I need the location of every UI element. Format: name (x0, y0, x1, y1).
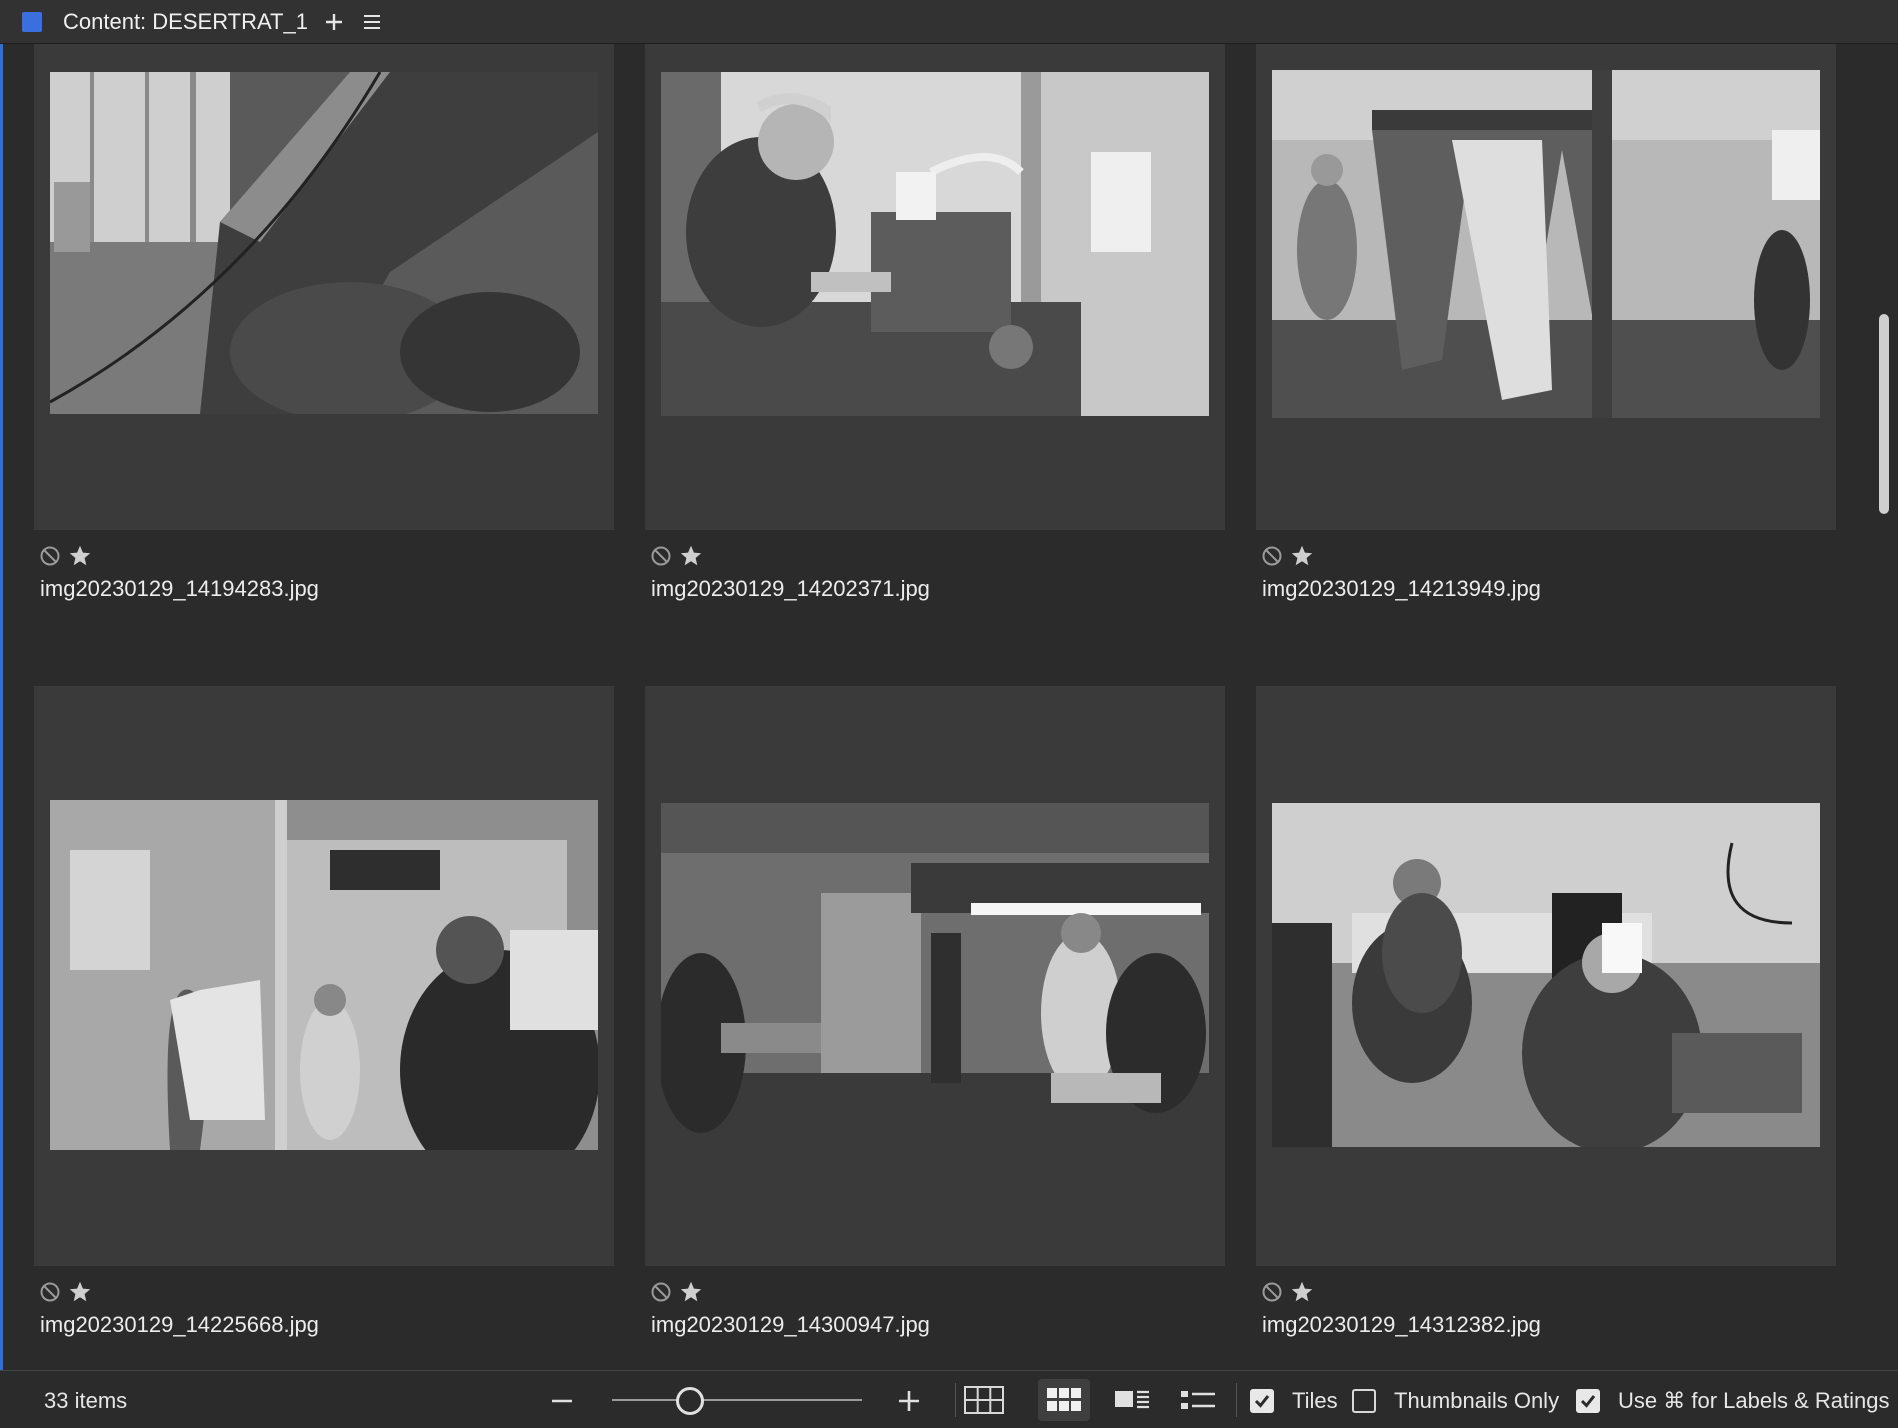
hamburger-menu-icon (363, 14, 380, 29)
tiles-checkbox[interactable] (1250, 1389, 1274, 1413)
slider-track (612, 1399, 862, 1401)
panel-color-swatch (22, 11, 42, 32)
checkmark-icon (1254, 1395, 1270, 1408)
thumbnail-image (661, 72, 1209, 416)
rating-star-button[interactable] (679, 1280, 703, 1304)
tile-frame (1256, 686, 1836, 1266)
thumbnail-image (50, 800, 598, 1150)
star-icon (69, 1281, 91, 1302)
panel-title: Content: DESERTRAT_1 (63, 8, 308, 34)
reject-button[interactable] (649, 544, 673, 568)
star-icon (680, 545, 702, 566)
reject-icon (1262, 1282, 1282, 1302)
thumbnail-grid-icon (1047, 1388, 1081, 1411)
zoom-out-button[interactable] (548, 1387, 576, 1415)
image-tile[interactable]: img20230129_14213949.jpg (1256, 44, 1836, 601)
thumbnail-image (50, 72, 598, 414)
minus-icon (552, 1399, 572, 1403)
panel-menu-button[interactable] (360, 10, 384, 34)
grid-outline-icon (964, 1386, 1004, 1414)
tile-filename: img20230129_14194283.jpg (40, 576, 319, 601)
tile-frame (34, 686, 614, 1266)
image-tile[interactable]: img20230129_14194283.jpg (34, 44, 614, 601)
thumbnail-image (661, 803, 1209, 1147)
star-icon (1291, 1281, 1313, 1302)
details-view-icon (1115, 1390, 1149, 1409)
plus-icon (325, 13, 342, 30)
tile-filename: img20230129_14213949.jpg (1262, 576, 1541, 601)
tile-filename: img20230129_14225668.jpg (40, 1312, 319, 1337)
plus-icon (899, 1391, 919, 1411)
image-tile[interactable]: img20230129_14300947.jpg (645, 686, 1225, 1337)
star-icon (69, 545, 91, 566)
vertical-scrollbar[interactable] (1876, 44, 1892, 1370)
add-panel-button[interactable] (322, 10, 346, 34)
toolbar-divider (955, 1383, 956, 1417)
rating-star-button[interactable] (68, 544, 92, 568)
labels-ratings-checkbox[interactable] (1576, 1389, 1600, 1413)
reject-button[interactable] (38, 1280, 62, 1304)
zoom-in-button[interactable] (895, 1387, 923, 1415)
rating-star-button[interactable] (1290, 1280, 1314, 1304)
tile-frame (645, 686, 1225, 1266)
labels-ratings-label: Use ⌘ for Labels & Ratings (1618, 1388, 1890, 1413)
checkmark-icon (1580, 1395, 1596, 1408)
reject-icon (40, 1282, 60, 1302)
reject-button[interactable] (1260, 1280, 1284, 1304)
reject-icon (651, 1282, 671, 1302)
thumbnail-image (1272, 803, 1820, 1147)
rating-star-button[interactable] (1290, 544, 1314, 568)
slider-handle[interactable] (676, 1387, 704, 1415)
item-count: 33 items (44, 1388, 128, 1413)
tile-frame (34, 44, 614, 530)
view-details-button[interactable] (1106, 1379, 1158, 1421)
tiles-label: Tiles (1292, 1388, 1338, 1413)
tile-filename: img20230129_14312382.jpg (1262, 1312, 1541, 1337)
reject-icon (1262, 546, 1282, 566)
view-grid-lock-button[interactable] (958, 1379, 1010, 1421)
tile-frame (1256, 44, 1836, 530)
image-tile[interactable]: img20230129_14312382.jpg (1256, 686, 1836, 1337)
toolbar-divider (1236, 1383, 1237, 1417)
thumbnail-size-slider[interactable] (612, 1385, 862, 1415)
thumbnail-image (1272, 70, 1820, 418)
star-icon (1291, 545, 1313, 566)
reject-icon (651, 546, 671, 566)
view-list-button[interactable] (1172, 1379, 1224, 1421)
reject-button[interactable] (38, 544, 62, 568)
image-tile[interactable]: img20230129_14202371.jpg (645, 44, 1225, 601)
star-icon (680, 1281, 702, 1302)
content-panel: Content: DESERTRAT_1 img20230129_1419428… (0, 0, 1898, 1428)
list-view-icon (1181, 1391, 1215, 1409)
reject-icon (40, 546, 60, 566)
footer-toolbar: 33 items Tiles Thumbnails Only Use ⌘ for… (0, 1370, 1898, 1428)
rating-star-button[interactable] (679, 544, 703, 568)
tile-frame (645, 44, 1225, 530)
tile-filename: img20230129_14202371.jpg (651, 576, 930, 601)
reject-button[interactable] (649, 1280, 673, 1304)
view-thumbnails-button[interactable] (1038, 1379, 1090, 1421)
content-grid: img20230129_14194283.jpg img20230129_142… (0, 44, 1870, 1370)
scrollbar-thumb[interactable] (1879, 314, 1889, 514)
reject-button[interactable] (1260, 544, 1284, 568)
thumbnails-only-checkbox[interactable] (1352, 1389, 1376, 1413)
rating-star-button[interactable] (68, 1280, 92, 1304)
tile-filename: img20230129_14300947.jpg (651, 1312, 930, 1337)
panel-header: Content: DESERTRAT_1 (0, 0, 1898, 44)
thumbnails-only-label: Thumbnails Only (1394, 1388, 1560, 1413)
image-tile[interactable]: img20230129_14225668.jpg (34, 686, 614, 1337)
